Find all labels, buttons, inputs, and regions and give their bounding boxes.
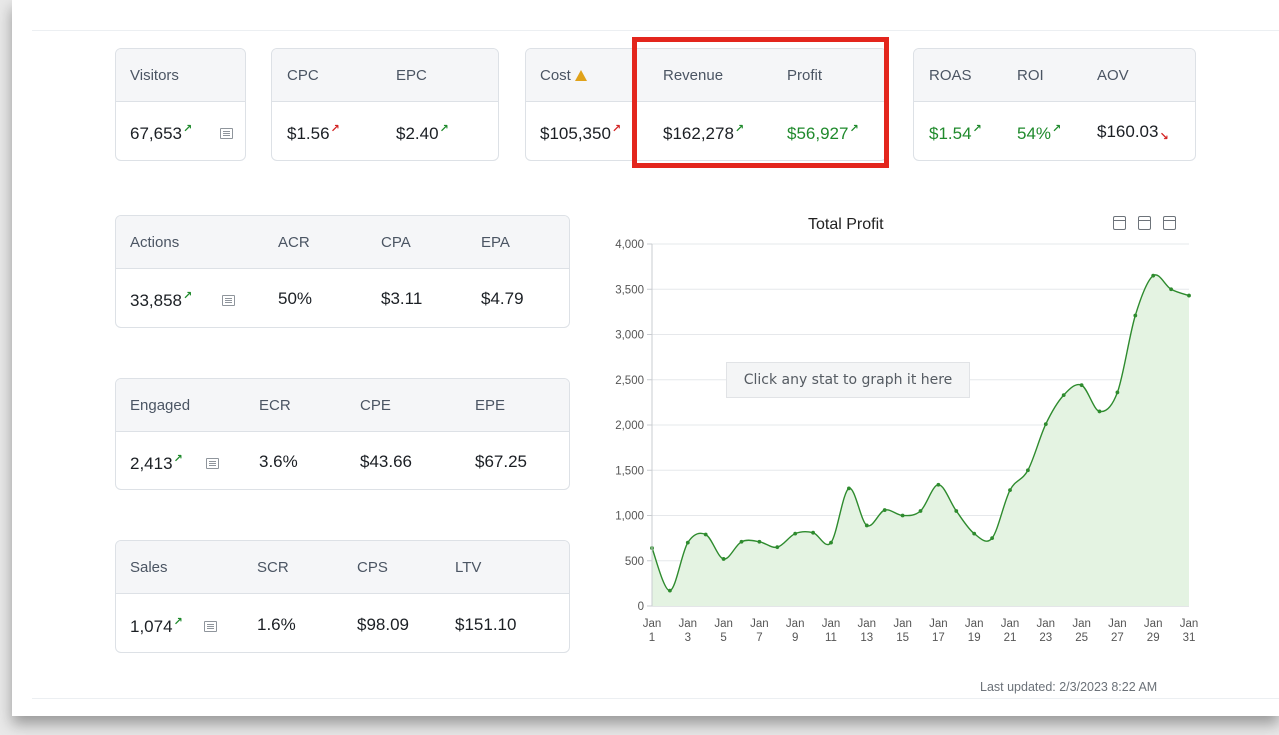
trend-up-icon: ↗	[972, 123, 982, 135]
list-icon[interactable]	[222, 295, 235, 306]
cpc-label: CPC	[287, 67, 319, 84]
ltv-label: LTV	[455, 559, 482, 576]
cps-value[interactable]: $98.09	[357, 615, 409, 635]
graph-hint: Click any stat to graph it here	[726, 362, 970, 398]
cpc-value[interactable]: $1.56↗	[287, 122, 340, 144]
acr-value[interactable]: 50%	[278, 289, 312, 309]
trend-up-icon: ↗	[611, 123, 622, 135]
visitors-label: Visitors	[130, 67, 179, 84]
roi-value[interactable]: 54%↗	[1017, 122, 1061, 144]
epc-label: EPC	[396, 67, 427, 84]
cpc-epc-card[interactable]: CPC EPC $1.56↗ $2.40↗	[271, 48, 499, 161]
epa-value[interactable]: $4.79	[481, 289, 524, 309]
ecr-value[interactable]: 3.6%	[259, 452, 298, 472]
list-icon[interactable]	[206, 458, 219, 469]
list-icon[interactable]	[220, 128, 233, 139]
acr-label: ACR	[278, 234, 310, 251]
epe-value[interactable]: $67.25	[475, 452, 527, 472]
cps-label: CPS	[357, 559, 388, 576]
cpe-value[interactable]: $43.66	[360, 452, 412, 472]
visitors-value[interactable]: 67,653↗	[130, 122, 192, 144]
roi-label: ROI	[1017, 67, 1044, 84]
bottom-divider	[32, 698, 1279, 699]
list-icon[interactable]	[204, 621, 217, 632]
sales-value[interactable]: 1,074↗	[130, 615, 183, 637]
scr-label: SCR	[257, 559, 289, 576]
sales-label: Sales	[130, 559, 168, 576]
calendar-week-icon[interactable]	[1138, 216, 1151, 230]
trend-up-icon: ↗	[173, 453, 183, 465]
cpa-label: CPA	[381, 234, 411, 251]
trend-up-icon: ↗	[439, 123, 449, 135]
epc-value[interactable]: $2.40↗	[396, 122, 449, 144]
engaged-value[interactable]: 2,413↗	[130, 452, 183, 474]
visitors-card[interactable]: Visitors 67,653↗	[115, 48, 246, 161]
trend-down-icon: ↘	[1159, 131, 1169, 143]
engaged-card[interactable]: Engaged ECR CPE EPE 2,413↗ 3.6% $43.66 $…	[115, 378, 570, 490]
epe-label: EPE	[475, 397, 506, 414]
ltv-value[interactable]: $151.10	[455, 615, 516, 635]
roas-label: ROAS	[929, 67, 972, 84]
calendar-day-icon[interactable]	[1113, 216, 1126, 230]
actions-card[interactable]: Actions ACR CPA EPA 33,858↗ 50% $3.11 $4…	[115, 215, 570, 328]
engaged-label: Engaged	[130, 397, 191, 414]
cost-value[interactable]: $105,350↗	[540, 122, 621, 144]
roas-value[interactable]: $1.54↗	[929, 122, 982, 144]
warning-triangle-icon[interactable]	[574, 70, 587, 81]
aov-value[interactable]: $160.03↘	[1097, 122, 1169, 143]
cpe-label: CPE	[360, 397, 391, 414]
scr-value[interactable]: 1.6%	[257, 615, 296, 635]
trend-up-icon: ↗	[1052, 123, 1062, 135]
actions-value[interactable]: 33,858↗	[130, 289, 192, 311]
roas-roi-aov-card[interactable]: ROAS ROI AOV $1.54↗ 54%↗ $160.03↘	[913, 48, 1196, 161]
top-divider	[32, 30, 1279, 31]
ecr-label: ECR	[259, 397, 291, 414]
trend-up-icon: ↗	[183, 290, 193, 302]
highlight-box	[632, 37, 889, 168]
card-header	[116, 541, 569, 594]
sales-card[interactable]: Sales SCR CPS LTV 1,074↗ 1.6% $98.09 $15…	[115, 540, 570, 653]
actions-label: Actions	[130, 234, 180, 251]
trend-up-icon: ↗	[183, 123, 193, 135]
cost-label: Cost	[540, 67, 587, 84]
aov-label: AOV	[1097, 67, 1129, 84]
calendar-month-icon[interactable]	[1163, 216, 1176, 230]
chart-title: Total Profit	[808, 216, 884, 233]
trend-up-icon: ↗	[330, 123, 340, 135]
epa-label: EPA	[481, 234, 510, 251]
trend-up-icon: ↗	[173, 616, 183, 628]
last-updated: Last updated: 2/3/2023 8:22 AM	[980, 680, 1158, 694]
cpa-value[interactable]: $3.11	[381, 289, 422, 309]
